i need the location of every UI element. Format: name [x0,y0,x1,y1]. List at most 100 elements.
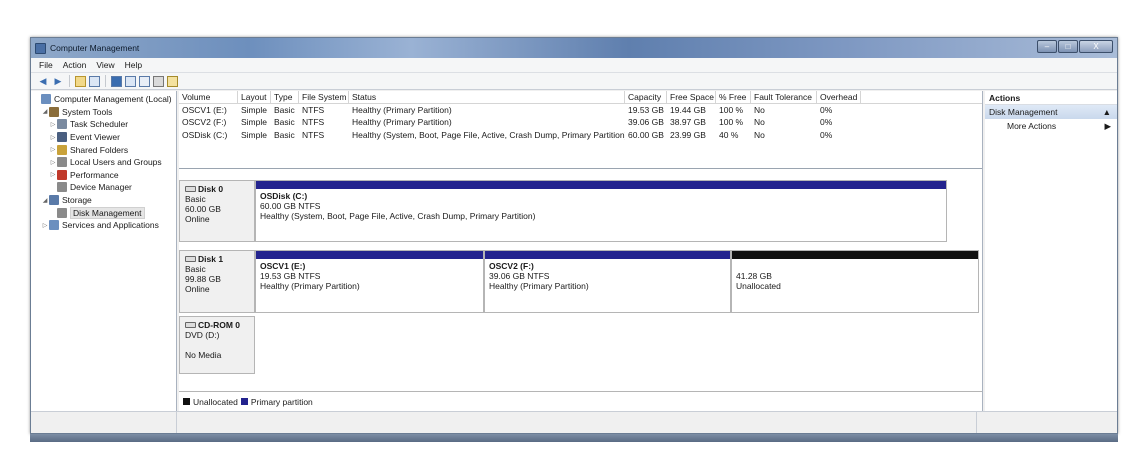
help-icon[interactable] [111,75,122,87]
partition-block[interactable]: OSCV2 (F:) 39.06 GB NTFS Healthy (Primary … [484,250,731,313]
properties-icon[interactable] [153,75,164,87]
title-bar[interactable]: Computer Management – □ X [31,38,1117,58]
tree-item-event-viewer[interactable]: ▷ Event Viewer [31,131,176,144]
column-header[interactable]: Layout [238,91,271,103]
tree-item-storage[interactable]: ◢ Storage [31,194,176,207]
more-actions-label: More Actions [1007,121,1057,131]
toolbar: ◀ ▶ [31,73,1117,90]
expand-arrow-icon[interactable]: ▷ [49,146,57,153]
column-header[interactable]: Volume [179,91,238,103]
table-row[interactable]: OSCV2 (F:) Simple Basic NTFS Healthy (Primar… [179,116,982,128]
disk-label[interactable]: Disk 1 Basic 99.88 GB Online [179,250,255,313]
table-cell: 100 % [719,105,744,115]
actions-pane: Actions Disk Management ▲ More Actions ▶ [985,91,1117,411]
legend-swatch-primary [240,398,248,405]
maximize-button[interactable]: □ [1058,40,1078,53]
disk-management-pane: Volume Layout Type File System Status Capacit… [179,91,983,411]
tree-item-label: Disk Management [70,206,145,219]
actions-section-disk-management[interactable]: Disk Management ▲ [985,105,1117,119]
disk-label[interactable]: CD-ROM 0 DVD (D:) No Media [179,316,255,374]
disk-type: Basic [185,194,206,204]
volume-name-cell: OSCV1 (E:) [182,105,227,115]
expand-arrow-icon[interactable]: ▷ [49,134,57,141]
expand-arrow-icon[interactable]: ◢ [41,197,49,204]
disk-row-disk-1: Disk 1 Basic 99.88 GB Online OSCV1 (E:) 19.53… [179,250,982,313]
minimize-button[interactable]: – [1037,40,1057,53]
tree-node-icon [49,220,59,231]
tree-item-disk-management[interactable]: Disk Management [31,206,176,219]
column-header[interactable]: Capacity [625,91,667,103]
menu-bar: File Action View Help [31,58,1117,73]
column-header[interactable]: Fault Tolerance [751,91,817,103]
disk-name: Disk 1 [185,254,249,264]
menu-help[interactable]: Help [125,60,142,70]
table-cell: NTFS [302,117,325,128]
column-header[interactable]: Overhead [817,91,861,103]
tree-node-icon [57,144,67,155]
tree-item-label: Shared Folders [70,144,129,155]
expand-arrow-icon[interactable]: ▷ [49,159,57,166]
menu-action[interactable]: Action [63,60,87,70]
table-cell: 39.06 GB [628,117,664,128]
disk-name-text: Disk 1 [198,254,224,264]
column-header[interactable]: Status [349,91,625,103]
partition-strip: OSCV1 (E:) 19.53 GB NTFS Healthy (Primary … [255,250,979,313]
partition-block[interactable]: OSCV1 (E:) 19.53 GB NTFS Healthy (Primary … [255,250,484,313]
refresh-icon[interactable] [139,75,150,87]
tree-item-local-users-and-groups[interactable]: ▷ Local Users and Groups [31,156,176,169]
table-cell: 0% [820,105,833,115]
tree-item-label: Local Users and Groups [70,157,162,168]
disk-size: 99.88 GB [185,274,221,284]
up-folder-icon[interactable] [75,75,86,87]
console-view-icon[interactable] [125,75,136,87]
table-cell: 0% [820,117,833,128]
tree-item-performance[interactable]: ▷ Performance [31,169,176,182]
disk-label[interactable]: Disk 0 Basic 60.00 GB Online [179,180,255,242]
column-header[interactable]: Type [271,91,299,103]
show-hide-tree-icon[interactable] [89,75,100,87]
tree-item-shared-folders[interactable]: ▷ Shared Folders [31,143,176,156]
back-arrow-icon[interactable]: ◀ [37,75,49,87]
tree-item-services-and-applications[interactable]: ▷ Services and Applications [31,219,176,232]
partition-size: 39.06 GB NTFS [489,271,550,281]
expand-arrow-icon[interactable]: ▷ [41,222,49,229]
window-controls: – □ X [1037,40,1113,53]
navigation-tree: Computer Management (Local) ◢ System Tools… [31,91,177,411]
menu-file[interactable]: File [39,60,53,70]
tree-item-label: Task Scheduler [70,119,129,130]
tree-item-computer-management-local[interactable]: Computer Management (Local) [31,93,176,106]
table-row[interactable]: OSDisk (C:) Simple Basic NTFS Healthy (Syste… [179,129,982,141]
disk-settings-icon[interactable] [167,75,178,87]
volume-name-cell: OSDisk (C:) [182,129,228,140]
table-cell: Simple [241,105,267,115]
legend-swatch-unallocated [183,398,190,405]
table-cell: Basic [274,129,295,140]
tree-node-icon [57,119,67,130]
table-row[interactable]: OSCV1 (E:) Simple Basic NTFS Healthy (Primar… [179,104,982,116]
tree-item-system-tools[interactable]: ◢ System Tools [31,106,176,119]
partition-text: OSCV1 (E:) 19.53 GB NTFS Healthy (Primary … [256,259,483,293]
column-header[interactable]: File System [299,91,349,103]
toolbar-separator [69,75,70,87]
tree-item-label: Performance [70,169,119,180]
tree-item-device-manager[interactable]: Device Manager [31,181,176,194]
disk-name: Disk 0 [185,184,249,194]
close-button[interactable]: X [1079,40,1113,53]
actions-section-label: Disk Management [989,107,1058,117]
partition-block[interactable]: OSDisk (C:) 60.00 GB NTFS Healthy (System,… [255,180,947,242]
disk-type: DVD (D:) [185,330,220,340]
status-cell [31,412,177,433]
expand-arrow-icon[interactable]: ◢ [41,108,49,115]
expand-arrow-icon[interactable]: ▷ [49,121,57,128]
tree-item-label: Services and Applications [62,220,159,231]
expand-arrow-icon[interactable]: ▷ [49,171,57,178]
menu-view[interactable]: View [96,60,114,70]
tree-item-task-scheduler[interactable]: ▷ Task Scheduler [31,118,176,131]
collapse-arrow-icon[interactable]: ▲ [1103,105,1111,119]
forward-arrow-icon[interactable]: ▶ [52,75,64,87]
partition-size: 60.00 GB NTFS [260,201,321,211]
column-header[interactable]: Free Space [667,91,716,103]
unallocated-space[interactable]: 41.28 GB Unallocated [731,250,979,313]
column-header[interactable]: % Free [716,91,751,103]
more-actions-item[interactable]: More Actions ▶ [985,119,1117,133]
